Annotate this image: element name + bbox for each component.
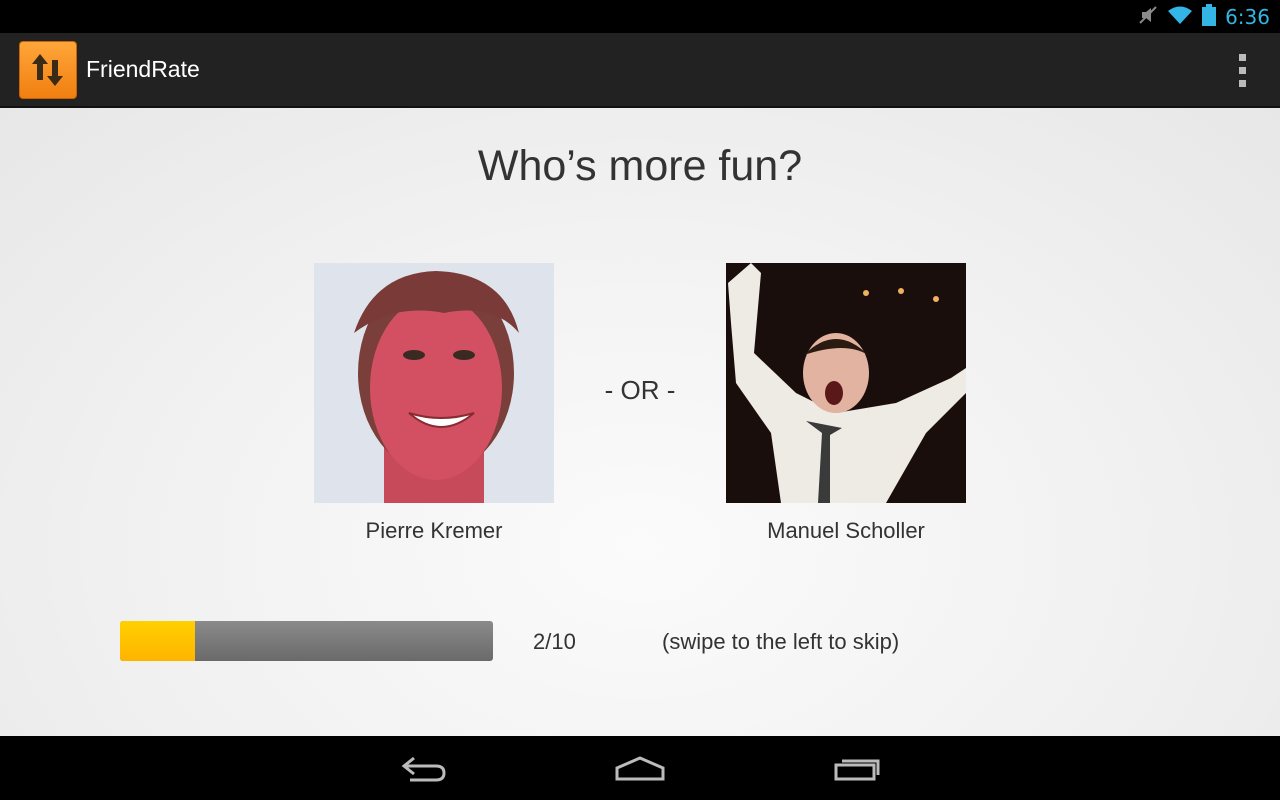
navigation-bar [0, 736, 1280, 800]
main-content: Who’s more fun? Pierre Kremer - OR - Man… [0, 108, 1280, 736]
overflow-menu-icon[interactable] [1234, 54, 1250, 88]
friend-card-right[interactable]: Manuel Scholler [726, 263, 966, 543]
status-icons: 6:36 [1138, 0, 1270, 33]
progress-fill [120, 621, 195, 661]
friend-card-left[interactable]: Pierre Kremer [314, 263, 554, 543]
mute-icon [1138, 5, 1158, 29]
recent-apps-icon[interactable] [828, 748, 888, 788]
progress-counter: 2/10 [533, 629, 576, 654]
action-bar: FriendRate [0, 33, 1280, 108]
friend-photo-left[interactable] [314, 263, 554, 503]
battery-icon [1202, 3, 1217, 30]
friend-name-right: Manuel Scholler [767, 518, 925, 543]
progress-bar [120, 621, 493, 661]
or-separator: - OR - [604, 375, 676, 405]
app-title: FriendRate [86, 56, 200, 82]
friend-name-left: Pierre Kremer [365, 518, 503, 543]
up-down-arrows-icon[interactable] [19, 41, 77, 99]
home-icon[interactable] [610, 748, 670, 788]
question-title: Who’s more fun? [477, 142, 803, 190]
friend-photo-right[interactable] [726, 263, 966, 503]
wifi-icon [1167, 5, 1193, 29]
skip-hint: (swipe to the left to skip) [662, 629, 900, 654]
status-bar: 6:36 [0, 0, 1280, 33]
status-time: 6:36 [1225, 4, 1270, 29]
back-icon[interactable] [394, 748, 454, 788]
